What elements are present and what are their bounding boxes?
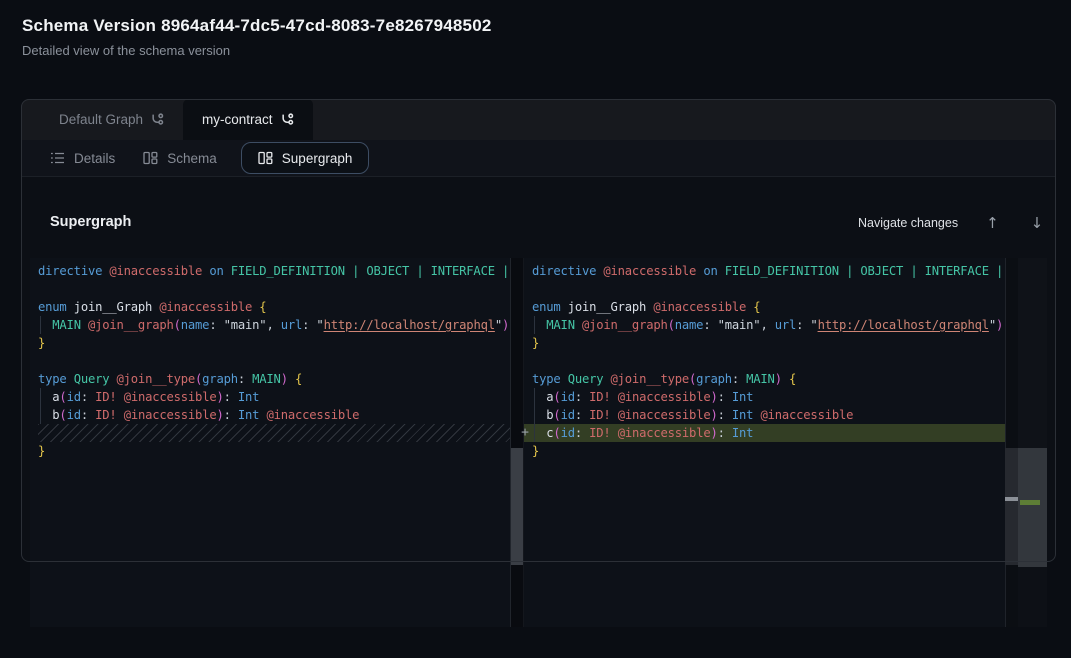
added-line-plus-marker: + [518, 424, 532, 442]
code-line: b(id: ID! @inaccessible): Int @inaccessi… [524, 406, 1005, 424]
diff-right-pane[interactable]: directive @inaccessible on FIELD_DEFINIT… [524, 258, 1005, 627]
minimap[interactable] [1018, 258, 1047, 627]
tab-label: my-contract [202, 112, 273, 127]
code-url-link[interactable]: http://localhost/graphql [818, 318, 989, 332]
code-line [30, 280, 510, 298]
page-subtitle: Detailed view of the schema version [22, 43, 492, 58]
list-icon [50, 151, 65, 165]
layout-columns-icon [143, 151, 158, 165]
tab-schema[interactable]: Schema [129, 142, 231, 174]
code-line: directive @inaccessible on FIELD_DEFINIT… [524, 262, 1005, 280]
minimap-added-marker [1020, 500, 1040, 505]
diff-added-line: c(id: ID! @inaccessible): Int [524, 424, 1010, 442]
right-pane-scrollbar-track[interactable] [1005, 258, 1018, 627]
tab-label: Default Graph [59, 112, 143, 127]
page-header: Schema Version 8964af44-7dc5-47cd-8083-7… [22, 16, 492, 58]
code-line: enum join__Graph @inaccessible { [30, 298, 510, 316]
code-line: enum join__Graph @inaccessible { [524, 298, 1005, 316]
branch-fork-icon [151, 113, 164, 126]
tab-label: Schema [167, 151, 217, 166]
code-line: type Query @join__type(graph: MAIN) { [524, 370, 1005, 388]
tab-details[interactable]: Details [36, 142, 129, 174]
tab-label: Supergraph [282, 151, 353, 166]
diff-center-gutter [510, 258, 524, 627]
navigate-next-change-button[interactable]: ↓ [1025, 212, 1050, 234]
supergraph-diff-editor: directive @inaccessible on FIELD_DEFINIT… [30, 258, 1047, 627]
diff-filler-line [38, 424, 520, 442]
navigate-previous-change-button[interactable]: ↑ [980, 212, 1005, 234]
tab-label: Details [74, 151, 115, 166]
code-line: MAIN @join__graph(name: "main", url: "ht… [524, 316, 1005, 334]
navigate-changes-controls: Navigate changes ↑ ↓ [858, 212, 1049, 234]
tab-supergraph[interactable]: Supergraph [241, 142, 370, 174]
layout-columns-icon [258, 151, 273, 165]
overview-ruler-marker [1005, 497, 1018, 501]
diff-left-pane[interactable]: directive @inaccessible on FIELD_DEFINIT… [30, 258, 510, 627]
code-line: } [524, 442, 1005, 460]
code-line: a(id: ID! @inaccessible): Int [30, 388, 510, 406]
view-tab-row: Details Schema Supergraph [21, 140, 1056, 177]
code-line: directive @inaccessible on FIELD_DEFINIT… [30, 262, 510, 280]
code-url-link[interactable]: http://localhost/graphql [324, 318, 495, 332]
code-line: } [30, 334, 510, 352]
graph-tab-strip: Default Graph my-contract [21, 99, 1056, 140]
code-line: a(id: ID! @inaccessible): Int [524, 388, 1005, 406]
code-line [30, 352, 510, 370]
minimap-slider[interactable] [1018, 448, 1047, 567]
code-line: type Query @join__type(graph: MAIN) { [30, 370, 510, 388]
code-line: b(id: ID! @inaccessible): Int @inaccessi… [30, 406, 510, 424]
panel-title: Supergraph [50, 214, 131, 230]
page-title: Schema Version 8964af44-7dc5-47cd-8083-7… [22, 16, 492, 36]
code-line: } [30, 442, 510, 460]
code-line: } [524, 334, 1005, 352]
branch-fork-icon [281, 113, 294, 126]
code-line: MAIN @join__graph(name: "main", url: "ht… [30, 316, 510, 334]
code-line [524, 352, 1005, 370]
code-line [524, 280, 1005, 298]
right-pane-scrollbar-thumb[interactable] [1005, 448, 1018, 565]
tab-default-graph[interactable]: Default Graph [40, 99, 183, 140]
tab-my-contract[interactable]: my-contract [183, 99, 313, 140]
left-pane-scrollbar-thumb[interactable] [511, 448, 523, 565]
navigate-changes-label: Navigate changes [858, 216, 958, 230]
